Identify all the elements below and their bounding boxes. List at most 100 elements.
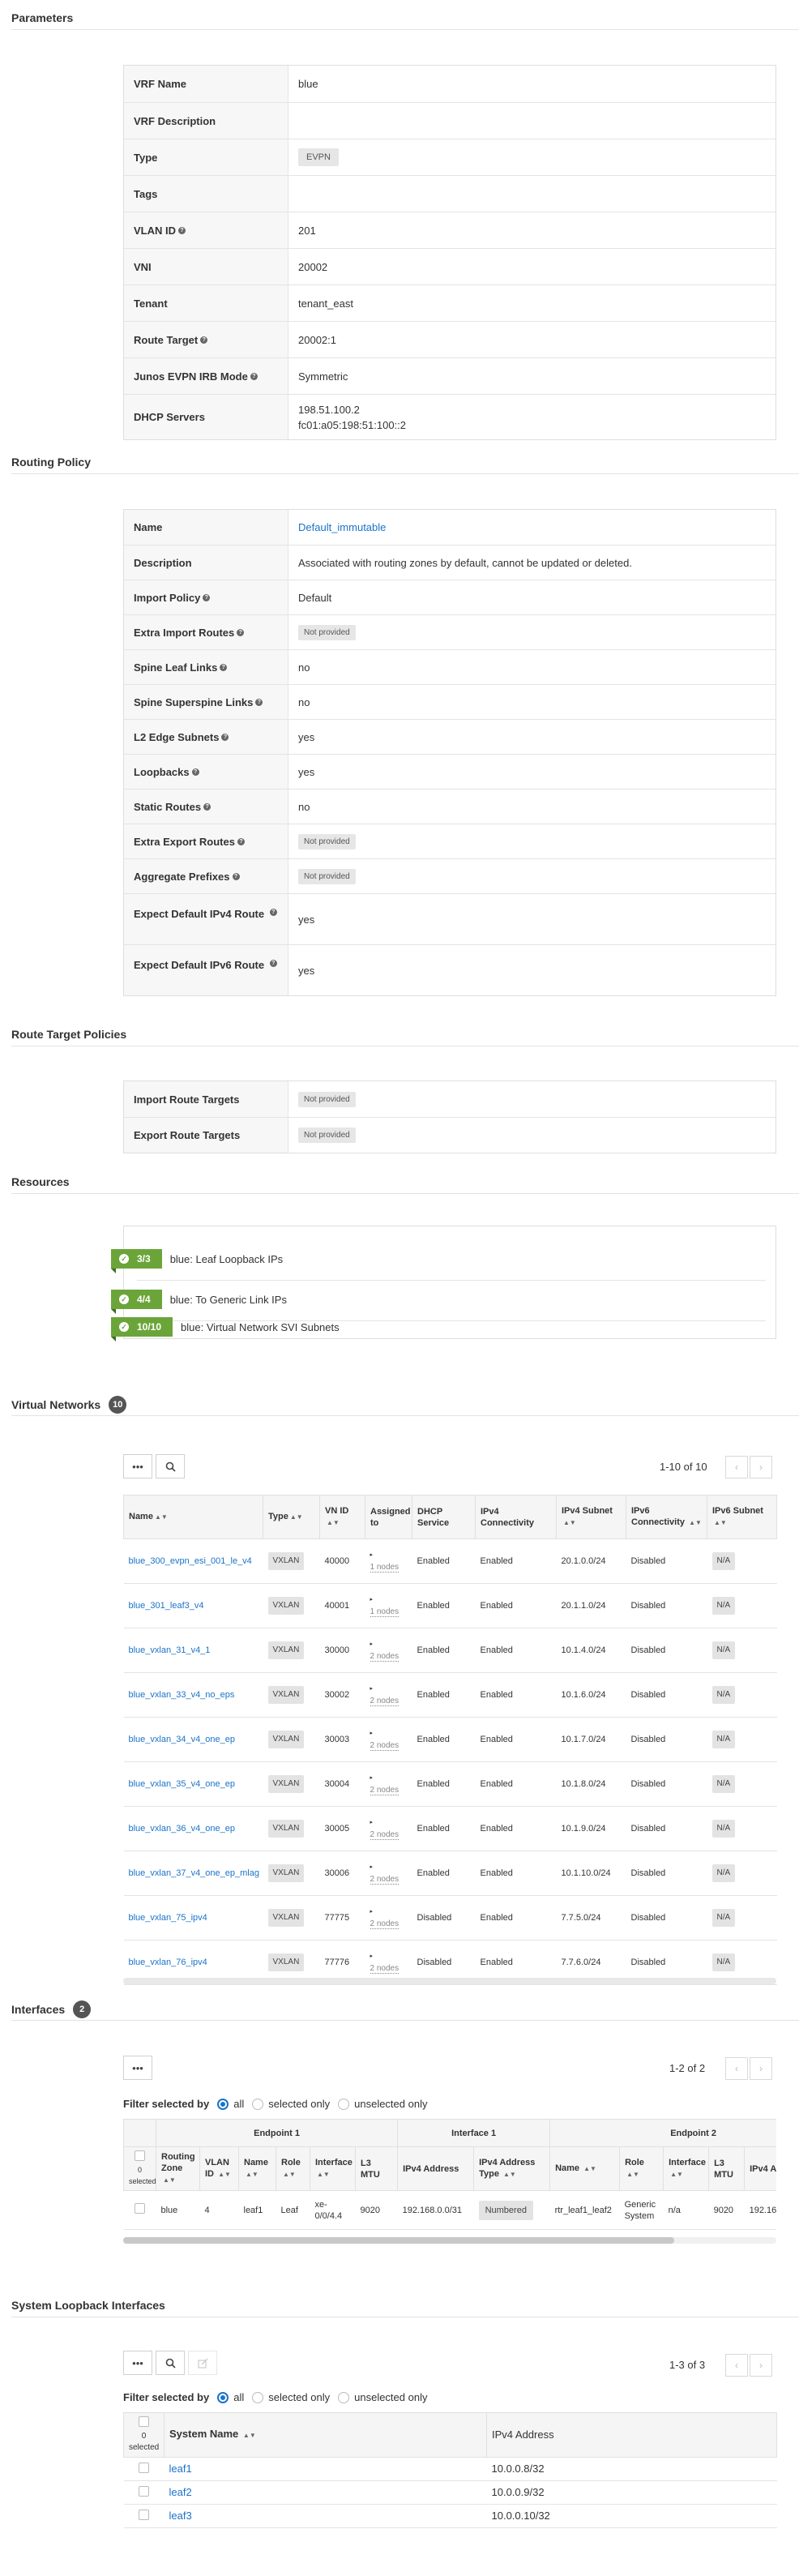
help-icon[interactable]: ? [269, 959, 277, 967]
group-header-endpoint-2: Endpoint 2 [549, 2119, 776, 2147]
row-select-checkbox[interactable] [139, 2462, 149, 2473]
help-icon[interactable]: ? [203, 802, 212, 811]
assigned-nodes-link[interactable]: 2 nodes [370, 1874, 400, 1885]
assigned-nodes-link[interactable]: 2 nodes [370, 1740, 400, 1751]
help-icon[interactable]: ? [237, 628, 245, 636]
next-page-button[interactable]: › [750, 2354, 772, 2377]
help-icon[interactable]: ? [232, 872, 240, 880]
vn-name-link[interactable]: blue_vxlan_75_ipv4 [129, 1913, 207, 1923]
col-header-interface-2[interactable]: Interface ▲▼ [663, 2146, 710, 2191]
assigned-nodes-link[interactable]: 2 nodes [370, 1651, 400, 1662]
expand-caret-icon[interactable]: ▸ [370, 1684, 408, 1695]
search-button[interactable] [156, 2351, 185, 2375]
col-header-ipv6-subnet[interactable]: IPv6 Subnet ▲▼ [707, 1495, 777, 1539]
assigned-nodes-link[interactable]: 1 nodes [370, 1562, 400, 1573]
col-header-routing-zone[interactable]: Routing Zone ▲▼ [156, 2146, 200, 2191]
col-header-ipv4-address-type[interactable]: IPv4 Address Type ▲▼ [473, 2146, 551, 2191]
vn-name-link[interactable]: blue_vxlan_34_v4_one_ep [129, 1735, 236, 1744]
filter-all-radio[interactable] [217, 2391, 229, 2403]
col-header-ipv4-subnet[interactable]: IPv4 Subnet ▲▼ [556, 1495, 626, 1539]
select-all-checkbox[interactable] [135, 2150, 145, 2161]
policy-name-link[interactable]: Default_immutable [298, 521, 386, 533]
more-actions-button[interactable]: ••• [123, 1454, 152, 1478]
filter-unselected-only-radio[interactable] [338, 2098, 350, 2110]
help-icon[interactable]: ? [203, 593, 211, 601]
expand-caret-icon[interactable]: ▸ [370, 1862, 408, 1873]
vn-name-link[interactable]: blue_vxlan_76_ipv4 [129, 1958, 207, 1967]
col-header-system-name[interactable]: System Name ▲▼ [164, 2412, 487, 2458]
col-header-role[interactable]: Role ▲▼ [276, 2146, 310, 2191]
next-page-button[interactable]: › [750, 1456, 772, 1478]
expand-caret-icon[interactable]: ▸ [370, 1773, 408, 1784]
assigned-nodes-link[interactable]: 2 nodes [370, 1829, 400, 1840]
prev-page-button[interactable]: ‹ [725, 2057, 748, 2080]
filter-selected-only-radio[interactable] [252, 2391, 264, 2403]
assigned-nodes-link[interactable]: 2 nodes [370, 1919, 400, 1929]
col-header-vn-id[interactable]: VN ID ▲▼ [319, 1495, 365, 1539]
help-icon[interactable]: ? [191, 768, 199, 776]
col-header-ipv6-connectivity[interactable]: IPv6 Connectivity ▲▼ [626, 1495, 707, 1539]
col-header-name-2[interactable]: Name ▲▼ [549, 2146, 621, 2191]
resource-item[interactable]: ✓ 10/10 blue: Virtual Network SVI Subnets [111, 1317, 340, 1341]
resource-item[interactable]: ✓ 3/3 blue: Leaf Loopback IPs [111, 1249, 283, 1273]
filter-selected-only-radio[interactable] [252, 2098, 264, 2110]
policy-key: Spine Superspine Links [134, 695, 254, 708]
expand-caret-icon[interactable]: ▸ [370, 1594, 408, 1606]
system-name-link[interactable]: leaf3 [169, 2510, 192, 2522]
prev-page-button[interactable]: ‹ [725, 1456, 748, 1478]
vn-name-link[interactable]: blue_vxlan_31_v4_1 [129, 1645, 211, 1655]
endpoint-2-interface-cell: n/a [663, 2229, 709, 2237]
assigned-nodes-link[interactable]: 1 nodes [370, 1607, 400, 1617]
edit-button[interactable] [188, 2351, 217, 2375]
system-name-link[interactable]: leaf2 [169, 2486, 192, 2498]
col-header-interface[interactable]: Interface ▲▼ [310, 2146, 356, 2191]
help-icon[interactable]: ? [200, 336, 208, 344]
more-actions-button[interactable]: ••• [123, 2351, 152, 2375]
filter-unselected-only-radio[interactable] [338, 2391, 350, 2403]
endpoint-2-name-cell: rtr_leaf1_leaf2 [549, 2190, 620, 2230]
expand-caret-icon[interactable]: ▸ [370, 1817, 408, 1829]
prev-page-button[interactable]: ‹ [725, 2354, 748, 2377]
col-header-type[interactable]: Type ▲▼ [263, 1495, 320, 1539]
policy-value: Default [298, 591, 332, 604]
expand-caret-icon[interactable]: ▸ [370, 1951, 408, 1962]
resource-item[interactable]: ✓ 4/4 blue: To Generic Link IPs [111, 1290, 287, 1314]
vn-name-link[interactable]: blue_300_evpn_esi_001_le_v4 [129, 1556, 252, 1566]
help-icon[interactable]: ? [237, 837, 245, 845]
col-header-vlan-id[interactable]: VLAN ID ▲▼ [199, 2146, 239, 2191]
next-page-button[interactable]: › [750, 2057, 772, 2080]
expand-caret-icon[interactable]: ▸ [370, 1728, 408, 1739]
help-icon[interactable]: ? [178, 226, 186, 234]
assigned-nodes-link[interactable]: 2 nodes [370, 1785, 400, 1795]
col-header-name[interactable]: Name ▲▼ [123, 1495, 263, 1539]
row-select-checkbox[interactable] [139, 2485, 149, 2497]
col-header-name[interactable]: Name ▲▼ [238, 2146, 276, 2191]
expand-caret-icon[interactable]: ▸ [370, 1906, 408, 1918]
row-select-checkbox[interactable] [135, 2203, 145, 2214]
assigned-nodes-link[interactable]: 2 nodes [370, 1963, 400, 1974]
assigned-nodes-link[interactable]: 2 nodes [370, 1696, 400, 1706]
help-icon[interactable]: ? [221, 733, 229, 741]
select-all-checkbox[interactable] [139, 2416, 149, 2427]
expand-caret-icon[interactable]: ▸ [370, 1550, 408, 1561]
policy-key: Expect Default IPv4 Route [134, 908, 265, 920]
row-select-checkbox[interactable] [139, 2509, 149, 2520]
vn-name-link[interactable]: blue_301_leaf3_v4 [129, 1601, 204, 1611]
system-name-link[interactable]: leaf1 [169, 2463, 192, 2475]
help-icon[interactable]: ? [220, 663, 228, 671]
vn-name-link[interactable]: blue_vxlan_35_v4_one_ep [129, 1779, 236, 1789]
col-header-role-2[interactable]: Role ▲▼ [619, 2146, 664, 2191]
horizontal-scrollbar-thumb[interactable] [123, 2237, 674, 2244]
horizontal-scrollbar[interactable] [123, 1978, 776, 1984]
help-icon[interactable]: ? [255, 698, 263, 706]
vn-name-link[interactable]: blue_vxlan_36_v4_one_ep [129, 1824, 236, 1834]
help-icon[interactable]: ? [250, 372, 258, 380]
help-icon[interactable]: ? [269, 908, 277, 916]
vn-name-link[interactable]: blue_vxlan_37_v4_one_ep_mlag [129, 1868, 259, 1878]
param-row-type: Type EVPN [124, 139, 776, 175]
more-actions-button[interactable]: ••• [123, 2056, 152, 2080]
search-button[interactable] [156, 1454, 185, 1478]
expand-caret-icon[interactable]: ▸ [370, 1639, 408, 1650]
vn-name-link[interactable]: blue_vxlan_33_v4_no_eps [129, 1690, 235, 1700]
filter-all-radio[interactable] [217, 2098, 229, 2110]
